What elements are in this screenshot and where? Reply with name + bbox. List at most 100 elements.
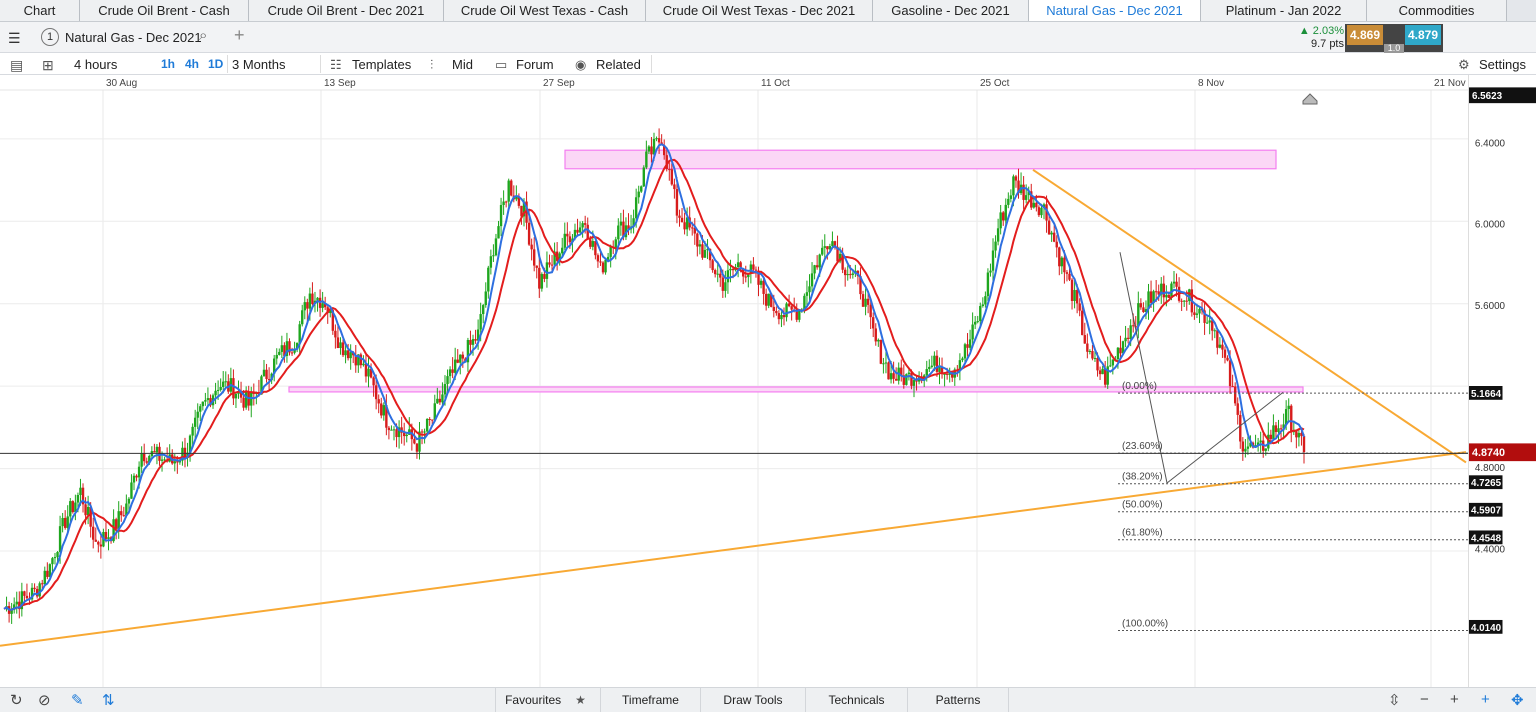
tab-chart[interactable]: Chart	[0, 0, 80, 21]
candle-bull	[912, 380, 916, 386]
candle-bear	[1086, 343, 1089, 352]
gear-icon[interactable]: ⚙	[1458, 57, 1470, 73]
bottom-toolbar: ↻ ⊘ ✎ ⇅ Favourites ★ Timeframe Draw Tool…	[0, 687, 1536, 712]
scale-arrows-icon[interactable]: ⇅	[102, 691, 115, 709]
technicals-button[interactable]: Technicals	[805, 688, 907, 712]
candle-bull	[1246, 446, 1250, 449]
favourites-button[interactable]: Favourites ★	[495, 688, 595, 712]
candle-bull	[222, 381, 225, 387]
candle-bull	[823, 246, 826, 248]
tab-crude-oil-brent-dec[interactable]: Crude Oil Brent - Dec 2021	[249, 0, 444, 21]
forum-button[interactable]: Forum	[516, 57, 554, 72]
tab-crude-oil-wti-dec[interactable]: Crude Oil West Texas - Dec 2021	[646, 0, 873, 21]
zoom-in-icon[interactable]: +	[1450, 691, 1459, 708]
candle-bear	[527, 222, 531, 245]
candle-bull	[1195, 313, 1199, 315]
templates-button[interactable]: Templates	[352, 57, 411, 72]
candle-bear	[1119, 347, 1122, 354]
candle-bull	[487, 267, 490, 292]
tab-crude-oil-wti-cash[interactable]: Crude Oil West Texas - Cash	[444, 0, 646, 21]
candle-bear	[657, 138, 661, 143]
timeframe-1d[interactable]: 1D	[208, 57, 223, 71]
price-type-icon[interactable]: ⫶	[430, 57, 433, 73]
candle-bear	[530, 244, 533, 250]
candle-bear	[469, 340, 472, 345]
fib-level-label: (50.00%)	[1122, 500, 1163, 511]
tab-commodities[interactable]: Commodities	[1367, 0, 1507, 21]
price-axis[interactable]: 6.4000 6.0000 5.6000 4.8000 4.4000 5.1664 4.72…	[1468, 75, 1536, 687]
candle-bull	[1050, 232, 1053, 235]
candle-bear	[701, 244, 704, 258]
sell-price-button[interactable]: 4.869	[1347, 25, 1383, 45]
add-icon[interactable]: +	[234, 25, 245, 46]
related-icon[interactable]: ◉	[575, 57, 586, 73]
tab-gasoline-dec[interactable]: Gasoline - Dec 2021	[873, 0, 1029, 21]
timeframe-1h[interactable]: 1h	[161, 57, 175, 71]
candle-bull	[986, 272, 990, 297]
candle-bear	[122, 515, 126, 517]
interval-select[interactable]: 4 hours	[74, 57, 117, 72]
pencil-icon[interactable]: ✎	[71, 691, 84, 709]
candle-bear	[777, 313, 781, 320]
candle-bull	[53, 556, 57, 559]
x-tick-label: 13 Sep	[324, 78, 356, 89]
tab-natural-gas-dec[interactable]: Natural Gas - Dec 2021	[1029, 0, 1201, 21]
candle-bear	[691, 227, 694, 229]
refresh-icon[interactable]: ↻	[10, 691, 23, 709]
candle-bull	[971, 324, 974, 340]
hide-drawings-icon[interactable]: ⊘	[38, 691, 51, 709]
candle-bear	[504, 201, 508, 203]
candle-bear	[1075, 290, 1079, 304]
layout-number[interactable]: 1	[41, 28, 59, 46]
patterns-button[interactable]: Patterns	[907, 688, 1009, 712]
search-icon[interactable]: ⌕	[199, 27, 207, 44]
tab-platinum-jan[interactable]: Platinum - Jan 2022	[1201, 0, 1367, 21]
move-icon[interactable]: ✥	[1511, 691, 1524, 709]
candle-bear	[772, 306, 776, 311]
tab-crude-oil-brent-cash[interactable]: Crude Oil Brent - Cash	[80, 0, 249, 21]
y-tick-label: 4.8000	[1475, 463, 1506, 474]
settings-button[interactable]: Settings	[1479, 57, 1526, 72]
menu-icon[interactable]: ☰	[8, 30, 21, 47]
fib-price-label: 5.1664	[1471, 389, 1502, 400]
panel-icon[interactable]: ▤	[10, 57, 23, 74]
buy-price-button[interactable]: 4.879	[1405, 25, 1441, 45]
mid-button[interactable]: Mid	[452, 57, 473, 72]
range-select[interactable]: 3 Months	[232, 57, 285, 72]
candle-bear	[359, 354, 363, 366]
candle-bull	[984, 296, 987, 305]
candle-bear	[46, 570, 49, 577]
candle-bear	[1058, 247, 1061, 267]
related-button[interactable]: Related	[596, 57, 641, 72]
candle-bull	[561, 247, 564, 254]
price-chart[interactable]: 30 Aug 13 Sep 27 Sep 11 Oct 25 Oct 8 Nov 21 No…	[0, 75, 1468, 687]
candle-bear	[374, 385, 378, 400]
candle-bull	[925, 369, 928, 376]
alert-marker-icon	[1302, 93, 1318, 105]
timeframe-button[interactable]: Timeframe	[600, 688, 700, 712]
fit-icon[interactable]: ⇳	[1388, 691, 1401, 709]
candle-bull	[889, 373, 893, 380]
candle-bull	[640, 186, 643, 192]
candle-bull	[127, 498, 131, 504]
x-tick-label: 30 Aug	[106, 78, 137, 89]
candle-bull	[813, 265, 816, 274]
timeframe-4h[interactable]: 4h	[185, 57, 199, 71]
candle-bull	[216, 389, 220, 391]
templates-icon[interactable]: ☷	[330, 57, 342, 73]
candle-bear	[114, 519, 118, 529]
crosshair-icon[interactable]: +	[1481, 691, 1490, 708]
symbol-name[interactable]: Natural Gas - Dec 2021	[65, 30, 202, 45]
draw-tools-button[interactable]: Draw Tools	[700, 688, 805, 712]
candle-bull	[1259, 440, 1262, 443]
candle-bull	[425, 418, 429, 432]
candle-bear	[1063, 257, 1066, 273]
candle-bull	[981, 304, 985, 306]
candle-bull	[160, 459, 164, 461]
candle-bear	[395, 429, 398, 438]
forum-icon[interactable]: ▭	[495, 57, 507, 73]
candle-bear	[1035, 202, 1038, 208]
zoom-out-icon[interactable]: −	[1420, 691, 1429, 708]
layout-grid-icon[interactable]: ⊞	[42, 57, 54, 74]
candle-bear	[1241, 441, 1245, 452]
